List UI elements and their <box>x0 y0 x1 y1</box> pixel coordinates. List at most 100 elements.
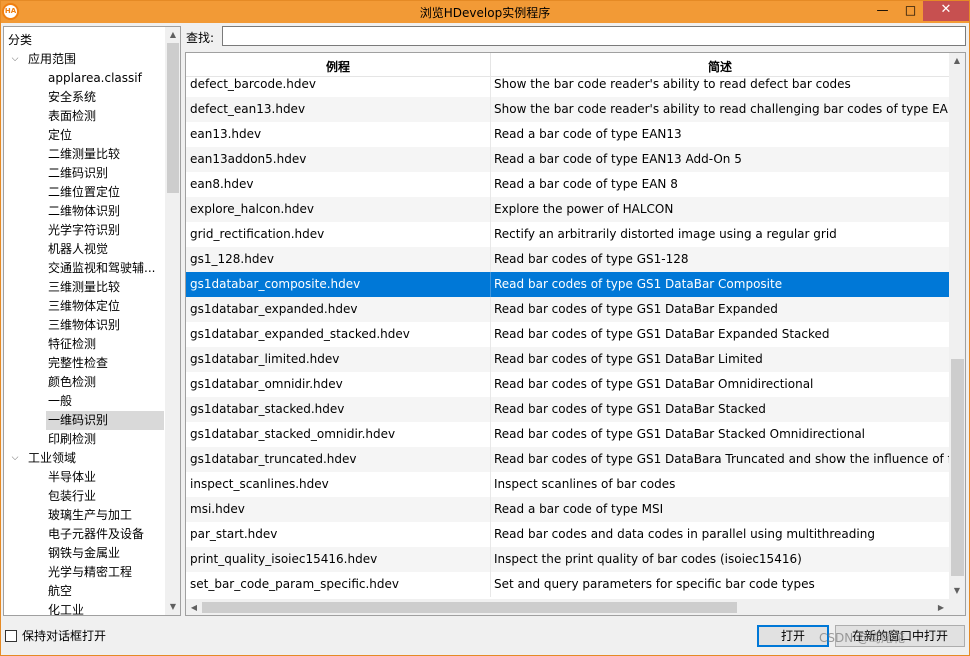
table-row[interactable]: gs1databar_stacked_omnidir.hdev Read bar … <box>186 422 949 447</box>
tree-item[interactable]: 完整性检查 <box>46 354 164 373</box>
column-header-description[interactable]: 简述 <box>491 58 949 75</box>
category-tree[interactable]: 分类 ⌵ 应用范围 applarea.classif 安全系统 表面检测 定位 二维测量比较… <box>3 26 181 616</box>
tree-category-label: 应用范围 <box>28 52 77 66</box>
table-vertical-scrollbar[interactable]: ▲ ▼ <box>949 53 965 599</box>
table-row[interactable]: gs1_128.hdev Read bar codes of type GS1-1… <box>186 247 949 272</box>
table-horizontal-scrollbar[interactable]: ◀ ▶ <box>186 599 949 615</box>
table-row[interactable]: defect_ean13.hdev Show the bar code reade… <box>186 97 949 122</box>
table-row[interactable]: ean13addon5.hdev Read a bar code of type … <box>186 147 949 172</box>
example-file-name: par_start.hdev <box>190 527 278 541</box>
example-description: Read bar codes and data codes in paralle… <box>494 527 875 541</box>
example-file-name: ean13addon5.hdev <box>190 152 307 166</box>
table-row[interactable]: msi.hdev Read a bar code of type MSI <box>186 497 949 522</box>
tree-scroll-thumb[interactable] <box>167 43 179 193</box>
example-file-name: gs1_128.hdev <box>190 252 274 266</box>
table-row[interactable]: gs1databar_truncated.hdev Read bar codes … <box>186 447 949 472</box>
keep-open-checkbox[interactable]: 保持对话框打开 <box>5 628 106 644</box>
table-row[interactable]: gs1databar_expanded.hdev Read bar codes o… <box>186 297 949 322</box>
tree-item[interactable]: 机器人视觉 <box>46 240 164 259</box>
example-file-name: gs1databar_expanded_stacked.hdev <box>190 327 410 341</box>
tree-item[interactable]: 表面检测 <box>46 107 164 126</box>
table-vscroll-thumb[interactable] <box>951 359 964 576</box>
tree-item[interactable]: 安全系统 <box>46 88 164 107</box>
table-row[interactable]: inspect_scanlines.hdev Inspect scanlines … <box>186 472 949 497</box>
watermark: CSDN @鸢尾花 <box>819 631 906 645</box>
expand-chevron-icon[interactable]: ⌵ <box>10 449 20 468</box>
scrollbar-corner <box>949 599 965 615</box>
tree-item[interactable]: 电子元器件及设备 <box>46 525 164 544</box>
table-row[interactable]: gs1databar_stacked.hdev Read bar codes of… <box>186 397 949 422</box>
tree-item[interactable]: 交通监视和驾驶辅... <box>46 259 164 278</box>
tree-item[interactable]: 钢铁与金属业 <box>46 544 164 563</box>
tree-item[interactable]: 印刷检测 <box>46 430 164 449</box>
tree-item[interactable]: 二维位置定位 <box>46 183 164 202</box>
example-file-name: gs1databar_expanded.hdev <box>190 302 358 316</box>
example-file-name: explore_halcon.hdev <box>190 202 314 216</box>
table-hscroll-thumb[interactable] <box>202 602 737 613</box>
example-description: Rectify an arbitrarily distorted image u… <box>494 227 837 241</box>
cell-divider <box>490 122 491 147</box>
scroll-up-arrow-icon[interactable]: ▲ <box>949 53 965 69</box>
scroll-down-arrow-icon[interactable]: ▼ <box>165 599 180 615</box>
tree-item[interactable]: 航空 <box>46 582 164 601</box>
tree-item[interactable]: 二维物体识别 <box>46 202 164 221</box>
table-row[interactable]: gs1databar_composite.hdev Read bar codes … <box>186 272 949 297</box>
cell-divider <box>490 322 491 347</box>
example-description: Read a bar code of type MSI <box>494 502 664 516</box>
tree-item[interactable]: 二维测量比较 <box>46 145 164 164</box>
tree-item[interactable]: 玻璃生产与加工 <box>46 506 164 525</box>
table-row[interactable]: set_bar_code_param_specific.hdev Set and … <box>186 572 949 597</box>
table-row[interactable]: gs1databar_expanded_stacked.hdev Read bar… <box>186 322 949 347</box>
tree-item[interactable]: 三维物体定位 <box>46 297 164 316</box>
tree-category[interactable]: ⌵ 应用范围 <box>8 50 163 69</box>
example-description: Inspect the print quality of bar codes (… <box>494 552 802 566</box>
tree-item[interactable]: 一维码识别 <box>46 411 164 430</box>
tree-category-label: 工业领域 <box>28 451 77 465</box>
tree-item[interactable]: 光学与精密工程 <box>46 563 164 582</box>
column-header-name[interactable]: 例程 <box>186 58 490 75</box>
scroll-up-arrow-icon[interactable]: ▲ <box>165 27 180 43</box>
table-row[interactable]: ean8.hdev Read a bar code of type EAN 8 <box>186 172 949 197</box>
window-title: 浏览HDevelop实例程序 <box>419 6 551 20</box>
close-button[interactable]: ✕ <box>923 1 969 21</box>
tree-item[interactable]: 半导体业 <box>46 468 164 487</box>
scroll-left-arrow-icon[interactable]: ◀ <box>186 599 202 615</box>
tree-item[interactable]: 三维测量比较 <box>46 278 164 297</box>
cell-divider <box>490 572 491 597</box>
tree-item[interactable]: applarea.classif <box>46 69 164 88</box>
table-row[interactable]: gs1databar_limited.hdev Read bar codes of… <box>186 347 949 372</box>
table-row[interactable]: explore_halcon.hdev Explore the power of … <box>186 197 949 222</box>
table-row[interactable]: par_start.hdev Read bar codes and data co… <box>186 522 949 547</box>
table-row[interactable]: grid_rectification.hdev Rectify an arbitr… <box>186 222 949 247</box>
cell-divider <box>490 222 491 247</box>
maximize-button[interactable]: □ <box>897 1 924 21</box>
tree-item[interactable]: 颜色检测 <box>46 373 164 392</box>
tree-category[interactable]: ⌵ 工业领域 <box>8 449 163 468</box>
example-description: Read bar codes of type GS1 DataBar Expan… <box>494 327 830 341</box>
table-row[interactable]: print_quality_isoiec15416.hdev Inspect th… <box>186 547 949 572</box>
tree-item[interactable]: 化工业 <box>46 601 164 615</box>
title-bar[interactable]: HA 浏览HDevelop实例程序 — □ ✕ <box>1 1 969 23</box>
example-description: Read a bar code of type EAN13 Add-On 5 <box>494 152 742 166</box>
scroll-down-arrow-icon[interactable]: ▼ <box>949 583 965 599</box>
tree-item[interactable]: 光学字符识别 <box>46 221 164 240</box>
scroll-right-arrow-icon[interactable]: ▶ <box>933 599 949 615</box>
minimize-button[interactable]: — <box>869 1 896 21</box>
checkbox-icon[interactable] <box>5 630 17 642</box>
search-input[interactable] <box>222 26 966 46</box>
example-description: Read bar codes of type GS1 DataBar Expan… <box>494 302 778 316</box>
tree-item[interactable]: 包装行业 <box>46 487 164 506</box>
example-description: Inspect scanlines of bar codes <box>494 477 676 491</box>
tree-scrollbar[interactable]: ▲ ▼ <box>165 27 180 615</box>
tree-item[interactable]: 定位 <box>46 126 164 145</box>
tree-item[interactable]: 三维物体识别 <box>46 316 164 335</box>
tree-item[interactable]: 一般 <box>46 392 164 411</box>
table-row[interactable]: ean13.hdev Read a bar code of type EAN13 <box>186 122 949 147</box>
table-row[interactable]: gs1databar_omnidir.hdev Read bar codes of… <box>186 372 949 397</box>
example-file-name: gs1databar_omnidir.hdev <box>190 377 343 391</box>
cell-divider <box>490 172 491 197</box>
tree-root[interactable]: 分类 <box>8 31 32 50</box>
tree-item[interactable]: 二维码识别 <box>46 164 164 183</box>
tree-item[interactable]: 特征检测 <box>46 335 164 354</box>
expand-chevron-icon[interactable]: ⌵ <box>10 50 20 69</box>
